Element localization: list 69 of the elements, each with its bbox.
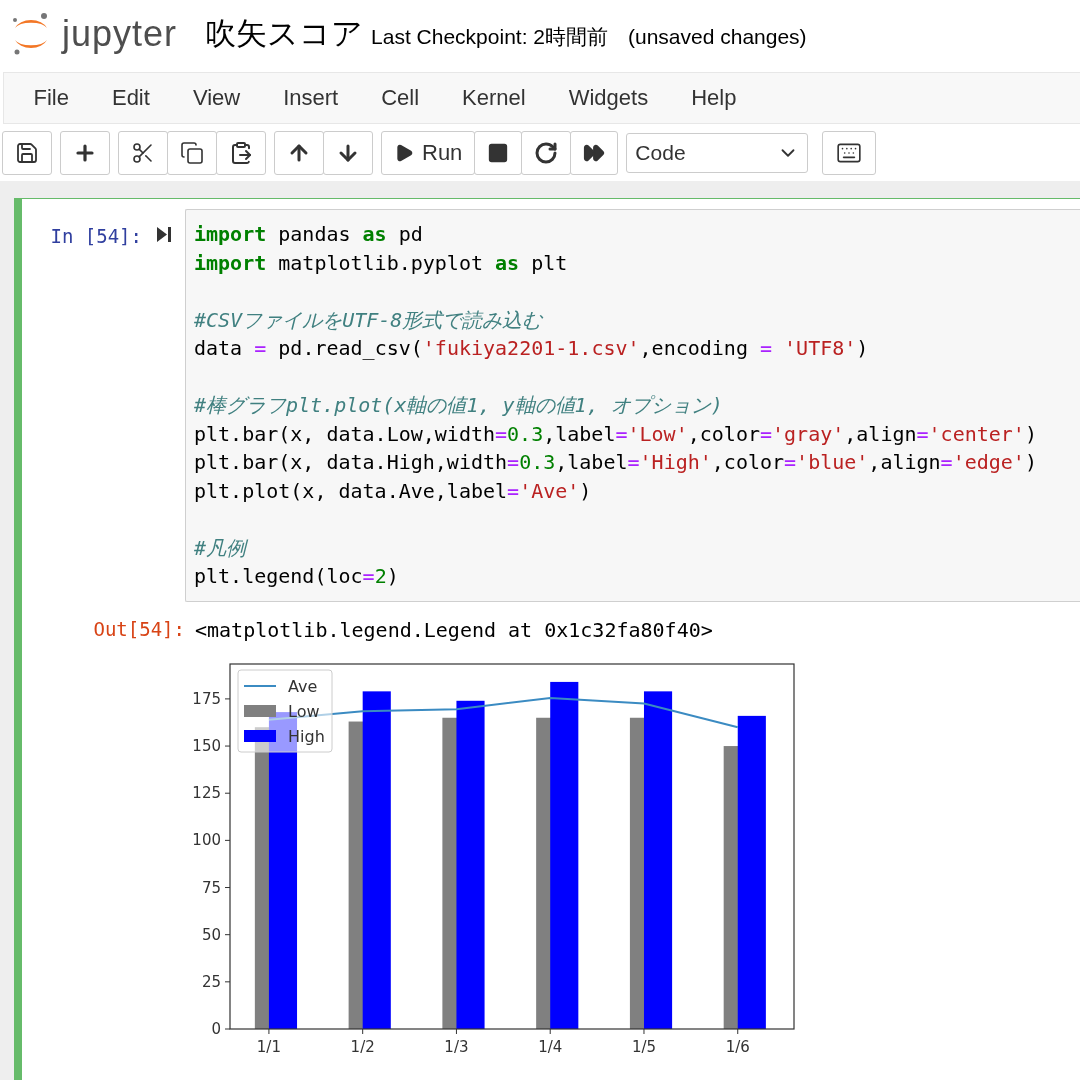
y-tick-label: 75 xyxy=(201,878,221,897)
menu-item[interactable]: View xyxy=(171,85,262,111)
save-button[interactable] xyxy=(2,131,52,175)
code-editor[interactable] xyxy=(185,209,1080,602)
restart-icon xyxy=(534,141,559,165)
code-line: #凡例 xyxy=(194,534,249,562)
run-button[interactable]: Run xyxy=(381,131,476,175)
stop-button[interactable] xyxy=(474,131,523,175)
move-up-button[interactable] xyxy=(274,131,324,175)
checkpoint-text: Last Checkpoint: 2時間前 xyxy=(371,24,608,50)
code-line: #CSVファイルをUTF-8形式で読み込む xyxy=(194,306,544,334)
y-tick-label: 150 xyxy=(192,736,221,755)
y-tick-label: 50 xyxy=(201,925,221,944)
y-tick-label: 125 xyxy=(192,783,221,802)
code-line: import matplotlib.pyplot as plt xyxy=(194,249,569,277)
restart-button[interactable] xyxy=(521,131,572,175)
code-line: plt.plot(x, data.Ave,label='Ave') xyxy=(194,477,593,505)
x-tick-label: 1/1 xyxy=(256,1037,281,1056)
notebook-title[interactable]: 吹矢スコア xyxy=(205,13,364,55)
code-cell[interactable] xyxy=(14,198,1080,1080)
menu-item[interactable]: Kernel xyxy=(440,85,548,111)
scissors-icon xyxy=(131,141,155,165)
code-line: import pandas as pd xyxy=(194,221,424,248)
paste-button[interactable] xyxy=(216,131,266,175)
x-tick-label: 1/6 xyxy=(725,1037,750,1056)
menu-item[interactable]: File xyxy=(12,85,91,111)
save-icon xyxy=(15,141,39,165)
copy-button[interactable] xyxy=(167,131,217,175)
input-prompt: In [54]: xyxy=(49,224,142,249)
x-tick-label: 1/4 xyxy=(538,1037,563,1056)
x-tick-label: 1/5 xyxy=(631,1037,657,1056)
menu-item[interactable]: Edit xyxy=(90,85,172,111)
cell-type-select[interactable]: Code xyxy=(626,133,809,173)
move-down-button[interactable] xyxy=(323,131,373,175)
stop-icon xyxy=(487,142,510,164)
y-tick-label: 0 xyxy=(211,1019,221,1038)
code-line: plt.legend(loc=2) xyxy=(194,563,400,590)
run-all-button[interactable] xyxy=(570,131,619,175)
menu-item[interactable]: Widgets xyxy=(547,85,670,111)
y-tick-label: 100 xyxy=(192,830,221,849)
legend-label: Low xyxy=(288,701,320,721)
x-tick-label: 1/3 xyxy=(444,1037,469,1056)
y-tick-label: 25 xyxy=(201,972,221,991)
legend-label: High xyxy=(288,726,325,746)
cut-button[interactable] xyxy=(118,131,168,175)
copy-icon xyxy=(180,141,204,165)
x-tick-label: 1/2 xyxy=(350,1037,375,1056)
fast-forward-icon xyxy=(583,142,606,164)
output-text: <matplotlib.legend.Legend at 0x1c32fa80f40> xyxy=(194,616,713,642)
paste-icon xyxy=(229,141,253,165)
play-icon xyxy=(394,143,414,163)
keyboard-button[interactable] xyxy=(822,131,877,175)
code-line: data = pd.read_csv('fukiya2201-1.csv',encoding = 'UTF8') xyxy=(194,335,870,362)
code-line: #棒グラフplt.plot(x軸の値1, y軸の値1, オプション) xyxy=(194,392,724,419)
y-tick-label: 175 xyxy=(192,689,221,708)
legend-bar-swatch xyxy=(244,729,276,742)
code-line: plt.bar(x, data.Low,width=0.3,label='Low',color='gray',align='center') xyxy=(194,420,1038,448)
menu-item[interactable]: Cell xyxy=(359,85,441,111)
output-prompt: Out[54]: xyxy=(92,616,185,642)
legend-line-swatch xyxy=(243,684,277,687)
add-cell-button[interactable] xyxy=(60,131,110,175)
legend-bar-swatch xyxy=(244,704,276,717)
menu-item[interactable]: Insert xyxy=(261,85,360,111)
run-cell-icon[interactable] xyxy=(155,226,172,243)
menu-item[interactable]: Help xyxy=(669,85,758,111)
logo-text: jupyter xyxy=(62,13,178,55)
code-line: plt.bar(x, data.High,width=0.3,label='High',color='blue',align='edge') xyxy=(194,449,1038,476)
unsaved-text: (unsaved changes) xyxy=(628,25,807,49)
legend-label: Ave xyxy=(288,676,318,696)
